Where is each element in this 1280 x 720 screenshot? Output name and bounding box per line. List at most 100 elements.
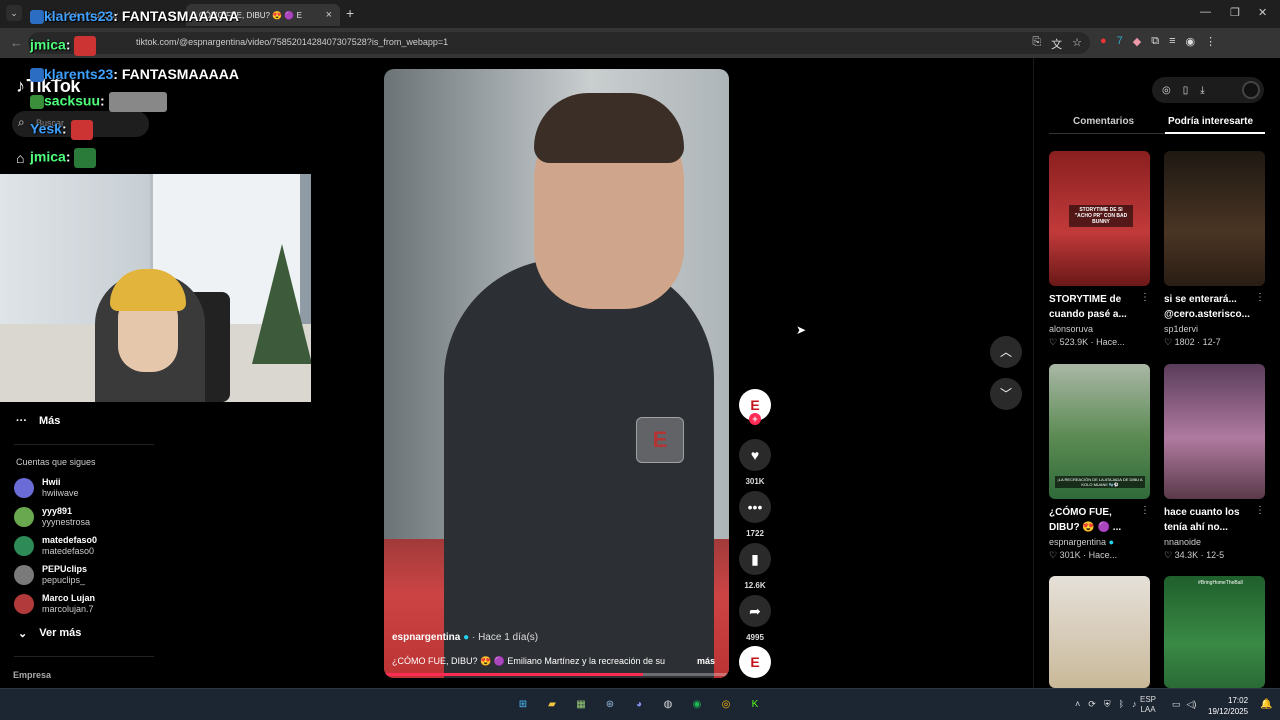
extension-red-icon[interactable]: ● [1100, 35, 1107, 48]
more-options-icon[interactable]: ⋮ [1140, 505, 1150, 516]
clock[interactable]: 17:02 19/12/2025 [1208, 695, 1248, 717]
new-tab-button[interactable]: + [346, 5, 354, 21]
minecraft-icon[interactable]: ▦ [572, 696, 590, 714]
video-author[interactable]: espnargentina ● · Hace 1 día(s) [392, 632, 538, 643]
card-title: STORYTIME de cuando pasé a... [1049, 294, 1127, 320]
profile-avatar-icon[interactable] [1242, 81, 1260, 99]
previous-video-button[interactable]: ︿ [990, 336, 1022, 368]
following-handle: matedefaso0 [42, 546, 95, 556]
discord-icon[interactable]: ◕ [630, 696, 648, 714]
following-item[interactable]: Hwii hwiiwave [14, 477, 79, 499]
more-options-icon[interactable]: ⋮ [1255, 292, 1265, 303]
recommended-card[interactable]: #BringHomeTheBall [1164, 576, 1265, 688]
spotify-icon[interactable]: ◉ [688, 696, 706, 714]
save-button[interactable]: ▮ 12.6K [738, 543, 772, 590]
chat-message: klarents23: FANTASMAAAAA [30, 8, 240, 25]
following-item[interactable]: Marco Lujan marcolujan.7 [14, 593, 95, 615]
recommended-card[interactable]: STORYTIME DE SI "ACHO PR" CON BAD BUNNY … [1049, 151, 1150, 348]
close-icon[interactable]: × [326, 9, 332, 21]
notification-bell-icon[interactable]: 🔔 [1260, 699, 1272, 710]
keyboard-layout: LAA [1140, 705, 1156, 714]
sync-icon[interactable]: ⟳ [1088, 699, 1096, 710]
back-icon[interactable]: ← [10, 35, 23, 50]
address-bar: ← tiktok.com/@espnargentina/video/758520… [0, 28, 1280, 58]
quick-settings[interactable]: ▭ ◁) [1172, 699, 1196, 710]
chevron-up-icon[interactable]: ˄ [1075, 699, 1080, 710]
more-menu-item[interactable]: ··· Más [16, 415, 60, 427]
tab-comments[interactable]: Comentarios [1073, 116, 1134, 127]
home-icon[interactable]: ⌂ [16, 150, 24, 166]
minimize-icon[interactable]: — [1200, 6, 1211, 18]
more-options-icon[interactable]: ⋮ [1255, 505, 1265, 516]
file-explorer-icon[interactable]: ▰ [543, 696, 561, 714]
microphone-icon[interactable]: ♪ [1132, 699, 1137, 710]
share-button[interactable]: ➦ 4995 [738, 595, 772, 642]
avatar [14, 594, 34, 614]
chat-text: : FANTASMAAAAA [113, 8, 240, 24]
chat-user: jmica [30, 148, 66, 165]
see-more-button[interactable]: ⌄ Ver más [18, 627, 81, 640]
author-avatar-button[interactable]: E + [738, 389, 772, 425]
card-meta: ♡ 301K · Hace... [1049, 550, 1118, 560]
like-button[interactable]: ♥ 301K [738, 439, 772, 486]
more-dots-icon: ··· [16, 415, 27, 427]
keyboard-language[interactable]: ESP LAA [1140, 695, 1156, 715]
chat-message: jmica: [30, 36, 97, 56]
webcam-overlay [0, 174, 311, 402]
omnibox[interactable]: tiktok.com/@espnargentina/video/75852014… [28, 32, 1090, 54]
follow-plus-icon[interactable]: + [749, 413, 761, 425]
steam-icon[interactable]: ⊛ [601, 696, 619, 714]
recommended-card[interactable]: ⋮ si se enterará... @cero.asterisco... s… [1164, 151, 1265, 348]
device-icon[interactable]: ▯ [1183, 85, 1189, 96]
shield-icon[interactable]: ⛨ [1104, 699, 1111, 710]
more-options-icon[interactable]: ⋮ [1140, 292, 1150, 303]
compass-icon[interactable]: ◎ [1162, 85, 1171, 96]
recommended-card[interactable]: ⋮ hace cuanto los tenía ahí no... nnanoi… [1164, 364, 1265, 561]
badge-icon [30, 68, 44, 83]
chat-user: klarents23 [44, 8, 114, 24]
following-item[interactable]: matedefaso0 matedefaso0 [14, 535, 97, 557]
video-progress-bar[interactable] [384, 673, 729, 676]
comment-button[interactable]: ••• 1722 [738, 491, 772, 538]
download-icon[interactable]: ⤓ [1200, 85, 1204, 96]
chat-text: : [61, 120, 67, 137]
extension-icon[interactable]: ◆ [1133, 35, 1141, 48]
kick-icon[interactable]: K [746, 696, 764, 714]
bluetooth-icon[interactable]: ᛒ [1119, 699, 1124, 710]
extensions-puzzle-icon[interactable]: ⧉ [1151, 35, 1159, 48]
following-item[interactable]: yyy891 yyynestrosa [14, 506, 90, 528]
browser-menu-icon[interactable]: ⋮ [1205, 35, 1216, 48]
url-text[interactable]: tiktok.com/@espnargentina/video/75852014… [136, 37, 448, 47]
tab-recommended[interactable]: Podría interesarte [1168, 116, 1253, 127]
card-meta: ♡ 523.9K · Hace... [1049, 337, 1125, 347]
comment-count: 1722 [746, 529, 764, 538]
install-icon[interactable]: ⎘ [1032, 36, 1041, 52]
omnibox-actions: ⎘ 文 ☆ [1032, 36, 1082, 52]
chrome-icon[interactable]: ◎ [717, 696, 735, 714]
christmas-tree [252, 244, 311, 364]
company-link[interactable]: Empresa [13, 670, 51, 680]
video-player[interactable]: E espnargentina ● · Hace 1 día(s) ¿CÓMO … [384, 69, 729, 678]
recommended-card[interactable] [1049, 576, 1150, 688]
recommended-card[interactable]: ¡LA RECREACIÓN DE LA ATAJADA DE DIBU A K… [1049, 364, 1150, 561]
avatar-letter: E [750, 397, 760, 413]
badge-icon [30, 95, 44, 109]
bookmark-star-icon[interactable]: ☆ [1072, 36, 1082, 52]
profile-avatar-icon[interactable]: ◉ [1186, 35, 1196, 48]
close-window-icon[interactable]: ✕ [1258, 6, 1267, 19]
reading-list-icon[interactable]: ≡ [1169, 35, 1175, 48]
chat-user: klarents23 [44, 66, 114, 82]
next-video-button[interactable]: ﹀ [990, 378, 1022, 410]
card-likes: 34.3K [1174, 550, 1199, 560]
following-item[interactable]: PEPUclips pepuclips_ [14, 564, 87, 586]
tab-search-icon[interactable]: ⌄ [6, 5, 22, 21]
card-thumbnail: ¡LA RECREACIÓN DE LA ATAJADA DE DIBU A K… [1049, 364, 1150, 499]
obs-icon[interactable]: ◍ [659, 696, 677, 714]
restore-icon[interactable]: ❐ [1230, 6, 1240, 19]
sound-avatar-button[interactable]: E [738, 646, 772, 678]
translate-icon[interactable]: 文 [1051, 36, 1062, 52]
tiktok-note-icon: ♪ [16, 76, 25, 96]
windows-start-icon[interactable]: ⊞ [514, 696, 532, 714]
more-description-button[interactable]: más [697, 656, 715, 666]
extension-7tv-icon[interactable]: 7 [1117, 35, 1123, 48]
